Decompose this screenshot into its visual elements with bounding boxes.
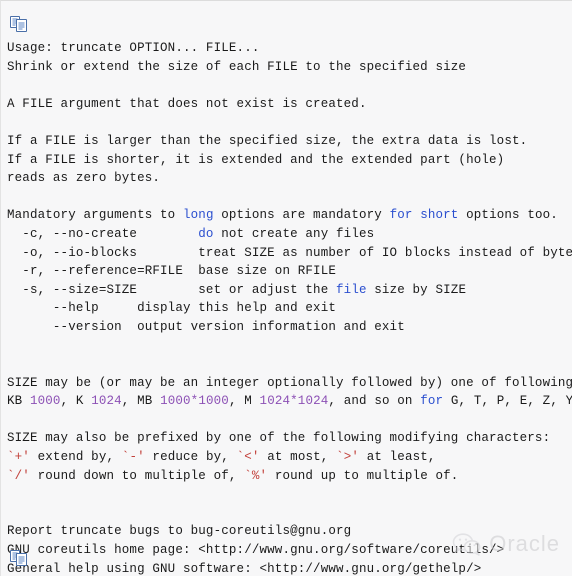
code-line: -o, --io-blocks treat SIZE as number of … <box>7 244 572 263</box>
code-segment: Usage: truncate OPTION... FILE... <box>7 41 260 55</box>
code-segment: `%' <box>244 468 268 483</box>
code-line: GNU coreutils home page: <http://www.gnu… <box>7 541 567 560</box>
code-line: -s, --size=SIZE set or adjust the file s… <box>7 281 567 300</box>
code-segment: size by SIZE <box>366 282 467 297</box>
code-segment: Shrink or extend the size of each FILE t… <box>7 59 467 74</box>
code-segment: --version output version information and… <box>7 319 405 334</box>
code-segment: `>' <box>336 450 360 465</box>
code-segment: long <box>182 208 214 223</box>
code-line: `+' extend by, `-' reduce by, `<' at mos… <box>7 448 567 467</box>
code-line: --help display this help and exit <box>7 299 567 318</box>
code-segment: General help using GNU software: <http:/… <box>7 561 482 576</box>
help-output-page: Usage: truncate OPTION... FILE... Shrink … <box>0 0 572 576</box>
code-line: Mandatory arguments to long options are … <box>7 206 567 225</box>
code-segment: short <box>420 208 459 223</box>
code-line: -c, --no-create do not create any files <box>7 225 567 244</box>
code-segment: A FILE argument that does not exist is c… <box>7 96 367 111</box>
code-segment: , and so on <box>328 394 421 409</box>
code-segment: extend by, <box>29 450 122 465</box>
code-segment: at least, <box>359 450 436 465</box>
code-segment: at most, <box>259 450 337 465</box>
code-segment: 1000*1000 <box>160 394 229 409</box>
code-segment: not create any files <box>213 226 375 241</box>
code-segment: -s, --size=SIZE set or adjust the <box>7 282 337 297</box>
code-line: SIZE may also be prefixed by one of the … <box>7 429 567 448</box>
code-line: If a FILE is shorter, it is extended and… <box>7 151 567 170</box>
code-segment: -c, --no-create <box>7 226 199 241</box>
code-segment: -r, --reference=RFILE base size on RFILE <box>7 264 337 279</box>
code-segment: file <box>336 282 367 297</box>
code-segment: GNU coreutils home page: <http://www.gnu… <box>7 543 505 558</box>
code-segment: Mandatory arguments to <box>7 208 183 223</box>
copy-icon[interactable] <box>10 549 28 567</box>
code-segment: -o, --io-blocks treat SIZE as number of … <box>7 245 572 260</box>
code-segment: `<' <box>236 450 260 465</box>
code-line: A FILE argument that does not exist is c… <box>7 95 567 114</box>
code-line: Usage: truncate OPTION... FILE... <box>7 39 567 58</box>
code-segment: , M <box>228 394 260 409</box>
code-segment: `/' <box>7 468 30 483</box>
code-line: reads as zero bytes. <box>7 169 567 188</box>
code-segment: If a FILE is shorter, it is extended and… <box>7 152 505 167</box>
code-line: -r, --reference=RFILE base size on RFILE <box>7 262 567 281</box>
code-line: KB 1000, K 1024, MB 1000*1000, M 1024*10… <box>7 392 572 411</box>
code-segment: for <box>389 208 413 223</box>
code-segment: options are mandatory <box>213 208 390 223</box>
code-segment: reads as zero bytes. <box>7 171 161 186</box>
code-line: `/' round down to multiple of, `%' round… <box>7 467 567 486</box>
code-segment: 1024 <box>91 394 122 409</box>
code-segment: SIZE may be (or may be an integer option… <box>7 375 572 390</box>
code-segment: Report truncate bugs to bug-coreutils@gn… <box>7 524 352 539</box>
code-segment: do <box>198 226 214 241</box>
code-segment: SIZE may also be prefixed by one of the … <box>7 431 551 446</box>
code-segment: for <box>420 394 444 409</box>
code-line: --version output version information and… <box>7 318 567 337</box>
code-segment: G, T, P, E, Z, Y. <box>443 394 572 409</box>
code-segment: KB <box>7 394 30 409</box>
code-segment: --help display this help and exit <box>7 301 337 316</box>
code-segment: , MB <box>121 394 161 409</box>
code-segment: 1000 <box>29 394 61 409</box>
code-line: General help using GNU software: <http:/… <box>7 560 567 576</box>
code-line: Shrink or extend the size of each FILE t… <box>7 58 567 77</box>
code-segment: 1024*1024 <box>259 394 329 409</box>
code-segment: round up to multiple of. <box>267 468 459 483</box>
code-segment: `+' <box>7 450 30 465</box>
code-segment: `-' <box>121 450 145 465</box>
code-line: If a FILE is larger than the specified s… <box>7 132 567 151</box>
code-segment: round down to multiple of, <box>29 468 245 483</box>
code-line: Report truncate bugs to bug-coreutils@gn… <box>7 522 567 541</box>
code-segment: , K <box>60 394 92 409</box>
code-block: Usage: truncate OPTION... FILE... Shrink … <box>1 39 572 576</box>
code-segment: If a FILE is larger than the specified s… <box>7 133 528 148</box>
code-line: SIZE may be (or may be an integer option… <box>7 374 572 393</box>
copy-icon[interactable] <box>10 15 28 33</box>
code-segment: reduce by, <box>144 450 237 465</box>
code-segment: options too. <box>458 208 558 223</box>
